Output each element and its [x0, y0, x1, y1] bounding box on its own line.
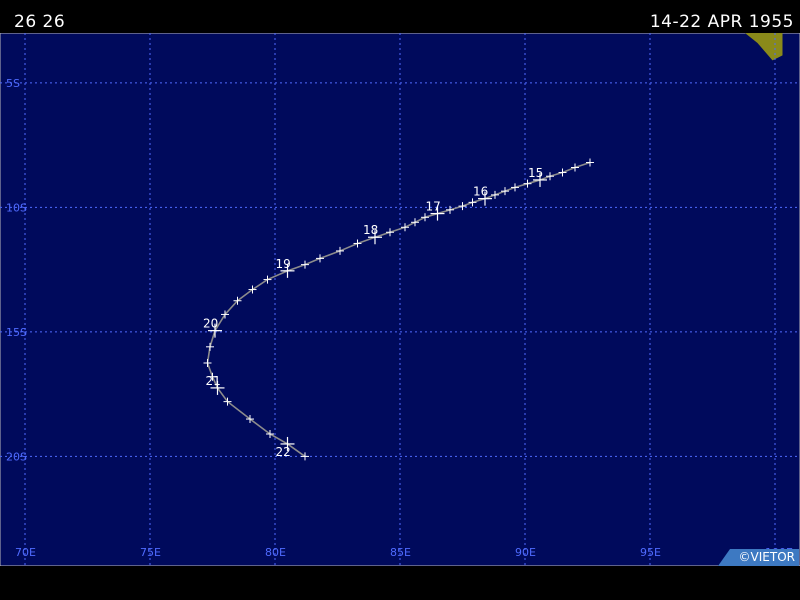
day-label: 15	[528, 166, 543, 180]
day-label: 22	[276, 445, 291, 459]
lat-tick-label: 5S	[6, 77, 20, 90]
day-label: 21	[206, 374, 221, 388]
day-label: 19	[276, 257, 291, 271]
day-label: 16	[473, 185, 488, 199]
lat-tick-label: 15S	[6, 326, 27, 339]
lon-tick-label: 70E	[15, 546, 36, 559]
day-label: 18	[363, 223, 378, 237]
day-label: 17	[426, 200, 441, 214]
lon-tick-label: 90E	[515, 546, 536, 559]
date-range: 14-22 APR 1955	[649, 12, 794, 32]
track-map: 70E75E80E85E90E95E100E5S10S15S20S 151617…	[0, 33, 800, 566]
credit-label: ©VIETOR	[718, 549, 799, 566]
lat-tick-label: 20S	[6, 450, 27, 463]
lon-tick-label: 80E	[265, 546, 286, 559]
lon-tick-label: 95E	[640, 546, 661, 559]
lat-tick-label: 10S	[6, 201, 27, 214]
storm-id: 26 26	[14, 12, 66, 32]
day-label: 20	[203, 317, 218, 331]
lon-tick-label: 85E	[390, 546, 411, 559]
lon-tick-label: 75E	[140, 546, 161, 559]
